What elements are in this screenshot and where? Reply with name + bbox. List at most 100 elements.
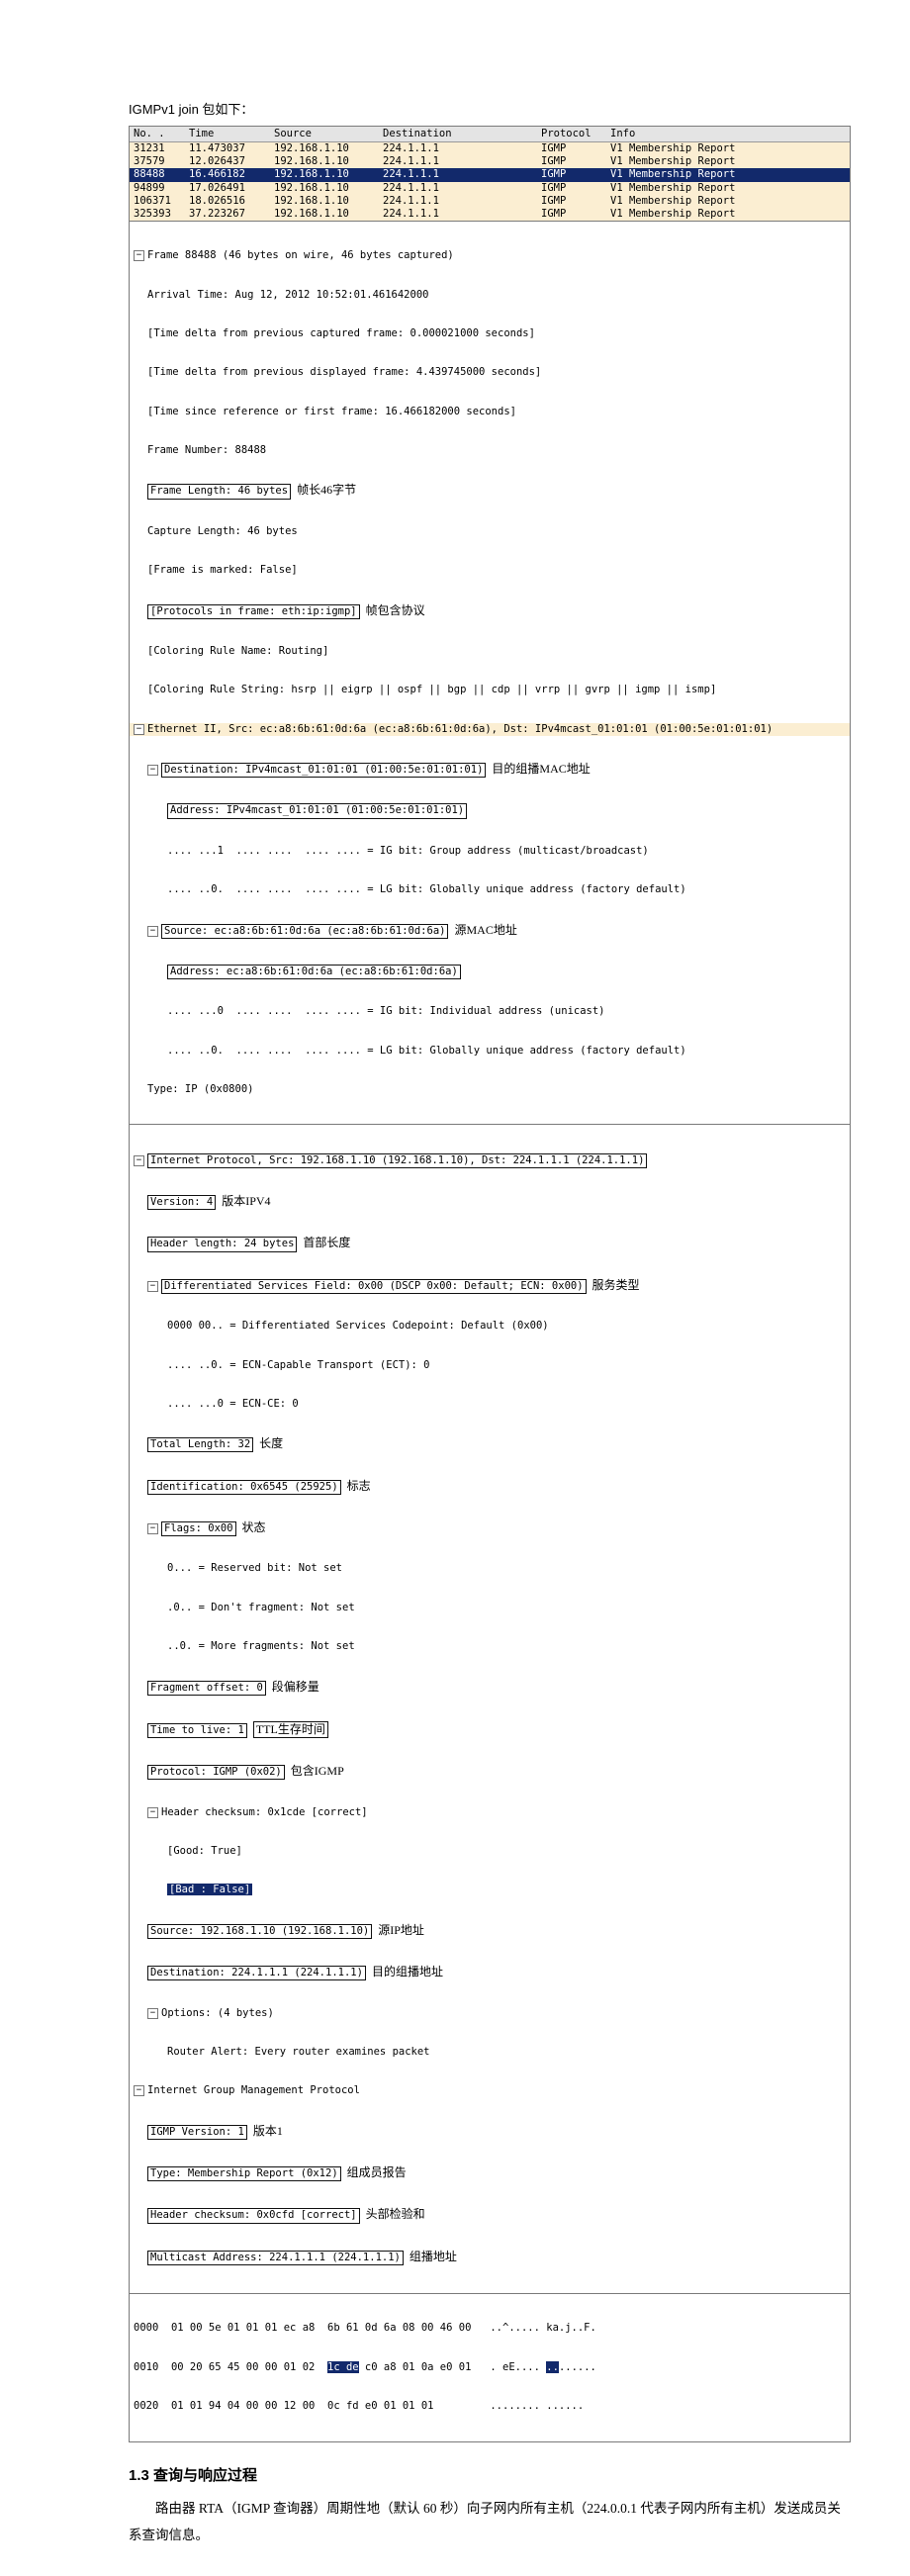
toggle-icon[interactable]: − [147,1281,158,1292]
cell-dst: 224.1.1.1 [383,155,541,168]
cell-src: 192.168.1.10 [274,155,383,168]
ip-hlen: Header length: 24 bytes [147,1237,297,1251]
col-proto: Protocol [541,128,610,140]
cell-no: 31231 [134,142,189,155]
cell-dst: 224.1.1.1 [383,142,541,155]
ip-mf: ..0. = More fragments: Not set [130,1640,850,1653]
toggle-icon[interactable]: − [147,2008,158,2019]
eth-dst: Destination: IPv4mcast_01:01:01 (01:00:5… [161,763,486,778]
eth-type: Type: IP (0x0800) [130,1083,850,1096]
cell-proto: IGMP [541,142,610,155]
hex-bytes: 01 00 5e 01 01 01 ec a8 6b 61 0d 6a 08 0… [171,2322,471,2334]
cell-no: 88488 [134,168,189,181]
cell-proto: IGMP [541,168,610,181]
eth-src-lg: .... ..0. .... .... .... .... = LG bit: … [130,1045,850,1058]
toggle-icon[interactable]: − [147,765,158,776]
packet-row[interactable]: 9489917.026491192.168.1.10224.1.1.1IGMPV… [130,182,850,195]
cell-proto: IGMP [541,182,610,195]
frame-protos: [Protocols in frame: eth:ip:igmp] [147,604,360,619]
intro-text: IGMPv1 join 包如下： [129,99,851,118]
cell-time: 18.026516 [189,195,274,208]
ip-dsf-label: 服务类型 [592,1278,640,1292]
ip-chk-bad: [Bad : False] [167,1884,252,1895]
packet-row[interactable]: 32539337.223267192.168.1.10224.1.1.1IGMP… [130,208,850,221]
ip-dst: Destination: 224.1.1.1 (224.1.1.1) [147,1966,366,1980]
wireshark-panel: No. . Time Source Destination Protocol I… [129,126,851,2442]
toggle-icon[interactable]: − [134,724,144,735]
cell-no: 106371 [134,195,189,208]
ip-ttl-label: TTL生存时间 [253,1721,328,1738]
cell-no: 325393 [134,208,189,221]
hex-off: 0020 [134,2400,158,2412]
frame-len-label: 帧长46字节 [297,483,356,497]
cell-time: 16.466182 [189,168,274,181]
eth-src-label: 源MAC地址 [454,923,516,937]
cell-time: 37.223267 [189,208,274,221]
toggle-icon[interactable]: − [147,1807,158,1818]
cell-time: 12.026437 [189,155,274,168]
packet-row[interactable]: 3123111.473037192.168.1.10224.1.1.1IGMPV… [130,142,850,155]
hex-bytes: 01 01 94 04 00 00 12 00 0c fd e0 01 01 0… [171,2400,471,2412]
cell-info: V1 Membership Report [610,208,846,221]
packet-row[interactable]: 3757912.026437192.168.1.10224.1.1.1IGMPV… [130,155,850,168]
eth-dst-lg: .... ..0. .... .... .... .... = LG bit: … [130,883,850,896]
ip-tlen-label: 长度 [259,1436,283,1450]
ip-dst-label: 目的组播地址 [372,1965,443,1978]
ip-frag: Fragment offset: 0 [147,1681,266,1696]
packet-row[interactable]: 10637118.026516192.168.1.10224.1.1.1IGMP… [130,195,850,208]
ip-ecn: .... ...0 = ECN-CE: 0 [130,1398,850,1411]
packet-list-header: No. . Time Source Destination Protocol I… [130,127,850,142]
ip-df: .0.. = Don't fragment: Not set [130,1602,850,1614]
eth-src-ig: .... ...0 .... .... .... .... = IG bit: … [130,1005,850,1018]
frame-color-rule: [Coloring Rule String: hsrp || eigrp || … [130,684,850,696]
frame-number: Frame Number: 88488 [130,444,850,457]
ip-id-label: 标志 [347,1479,371,1493]
cell-dst: 224.1.1.1 [383,168,541,181]
col-dst: Destination [383,128,541,140]
packet-list[interactable]: 3123111.473037192.168.1.10224.1.1.1IGMPV… [130,142,850,221]
cell-proto: IGMP [541,208,610,221]
section-heading: 1.3 查询与响应过程 [129,2464,851,2485]
cell-src: 192.168.1.10 [274,168,383,181]
cell-time: 11.473037 [189,142,274,155]
cell-src: 192.168.1.10 [274,208,383,221]
ip-proto-label: 包含IGMP [291,1764,344,1778]
frame-pane: −Frame 88488 (46 bytes on wire, 46 bytes… [130,221,850,1125]
packet-row[interactable]: 8848816.466182192.168.1.10224.1.1.1IGMPV… [130,168,850,181]
ip-ect: .... ..0. = ECN-Capable Transport (ECT):… [130,1359,850,1372]
toggle-icon[interactable]: − [134,250,144,261]
hex-bytes-hl: 1c de [327,2361,359,2373]
cell-time: 17.026491 [189,182,274,195]
toggle-icon[interactable]: − [147,926,158,937]
frame-arrival: Arrival Time: Aug 12, 2012 10:52:01.4616… [130,289,850,302]
toggle-icon[interactable]: − [134,2085,144,2096]
ip-flags-label: 状态 [242,1520,266,1534]
hex-ascii: ...... [559,2361,596,2373]
cell-info: V1 Membership Report [610,182,846,195]
cell-no: 37579 [134,155,189,168]
ip-id: Identification: 0x6545 (25925) [147,1480,341,1495]
toggle-icon[interactable]: − [147,1523,158,1534]
ip-chk: Header checksum: 0x1cde [correct] [161,1806,368,1818]
cell-proto: IGMP [541,155,610,168]
eth-dst-ig: .... ...1 .... .... .... .... = IG bit: … [130,845,850,858]
body-paragraph: 路由器 RTA（IGMP 查询器）周期性地（默认 60 秒）向子网内所有主机（2… [129,2495,851,2549]
cell-src: 192.168.1.10 [274,195,383,208]
frame-td-disp: [Time delta from previous displayed fram… [130,366,850,379]
igmp-maddr-label: 组播地址 [410,2250,457,2263]
igmp-ver-label: 版本1 [253,2124,283,2138]
ip-summary: Internet Protocol, Src: 192.168.1.10 (19… [147,1153,647,1168]
igmp-chk: Header checksum: 0x0cfd [correct] [147,2208,360,2223]
hex-ascii: ..^..... ka.j..F. [490,2322,595,2334]
frame-td-cap: [Time delta from previous captured frame… [130,327,850,340]
cell-info: V1 Membership Report [610,195,846,208]
ip-hlen-label: 首部长度 [303,1236,350,1249]
ip-opts: Options: (4 bytes) [161,2007,274,2019]
toggle-icon[interactable]: − [134,1155,144,1166]
ip-frag-label: 段偏移量 [272,1680,319,1694]
ip-ver: Version: 4 [147,1195,216,1210]
ip-ttl: Time to live: 1 [147,1723,247,1738]
eth-src-addr: Address: ec:a8:6b:61:0d:6a (ec:a8:6b:61:… [167,965,461,979]
col-time: Time [189,128,274,140]
col-src: Source [274,128,383,140]
